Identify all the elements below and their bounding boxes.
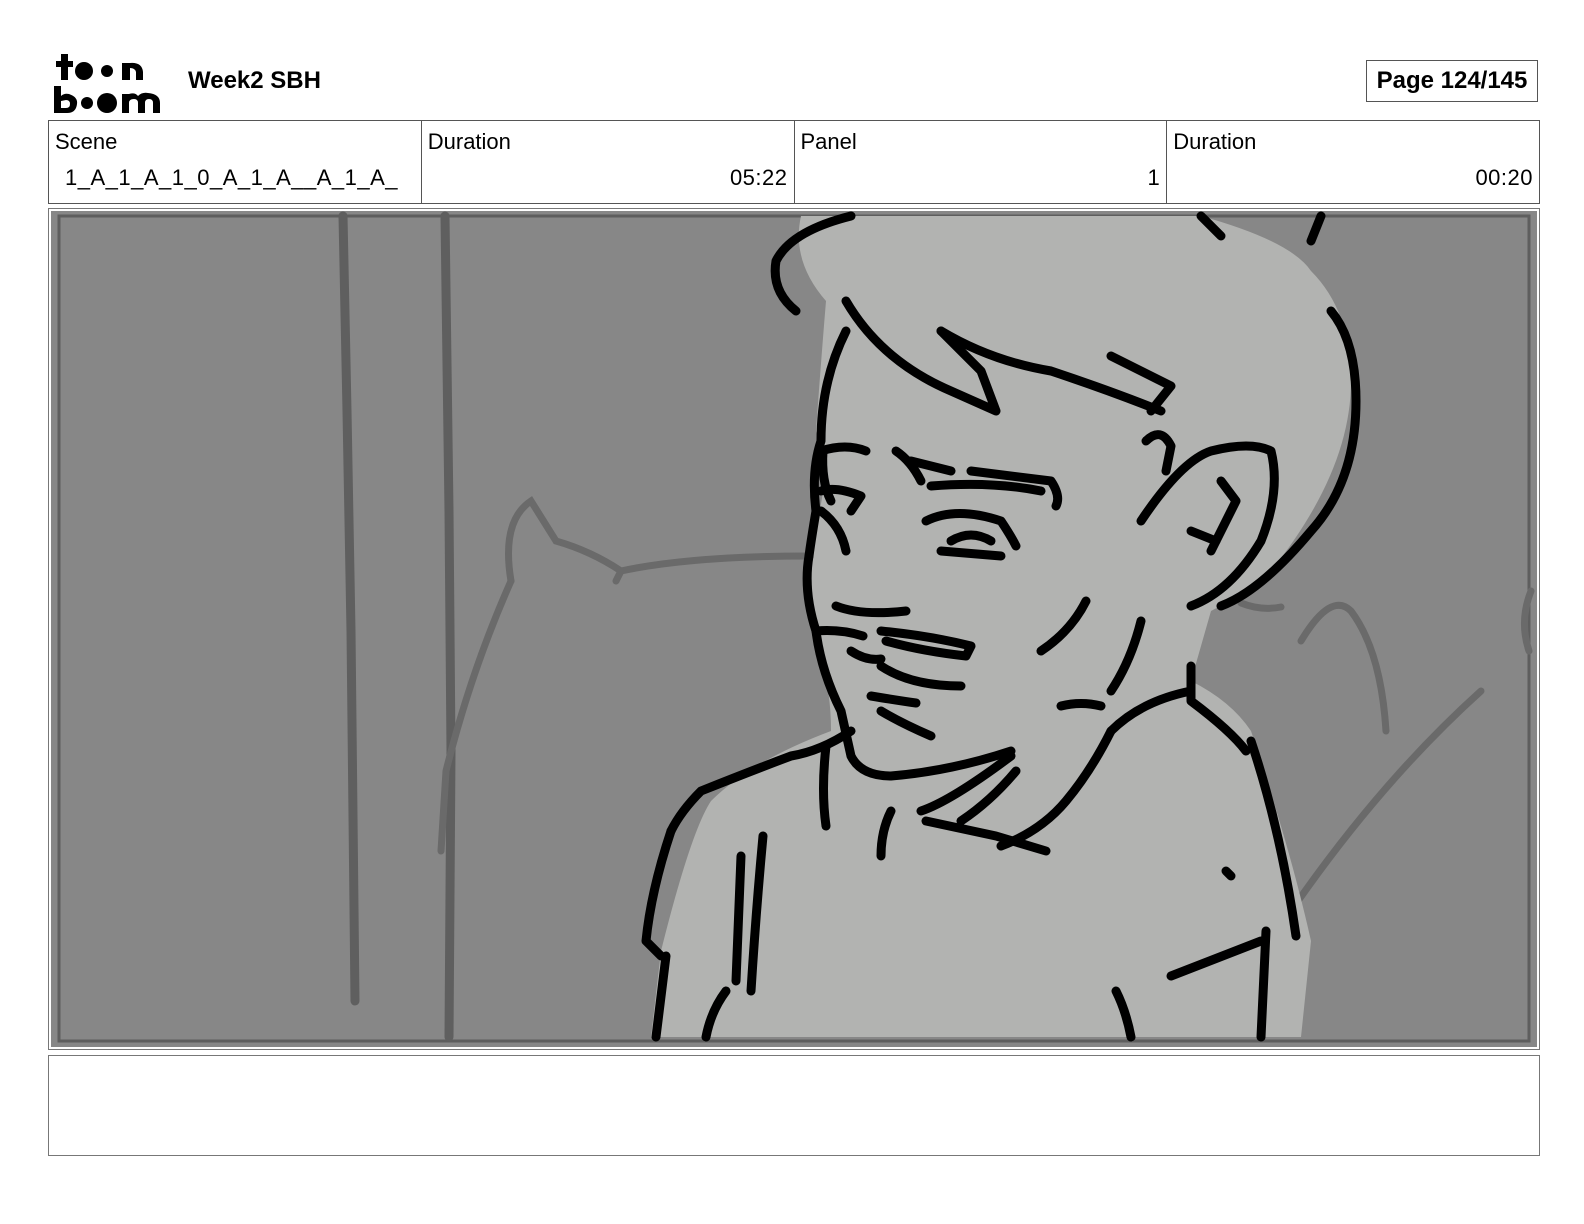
- panel-cell: Panel 1: [795, 121, 1168, 203]
- scene-duration-label: Duration: [427, 129, 511, 154]
- scene-cell: Scene 1_A_1_A_1_0_A_1_A__A_1_A_: [49, 121, 422, 203]
- scene-label: Scene: [55, 129, 118, 154]
- scene-duration-value: 05:22: [729, 165, 788, 190]
- notes-box: [48, 1055, 1540, 1156]
- storyboard-sketch-icon: [51, 211, 1537, 1047]
- page-indicator: Page 124/145: [1366, 60, 1538, 102]
- scene-duration-cell: Duration 05:22: [422, 121, 795, 203]
- panel-label: Panel: [800, 129, 857, 154]
- storyboard-panel: [48, 208, 1540, 1050]
- scene-value: 1_A_1_A_1_0_A_1_A__A_1_A_: [65, 165, 399, 190]
- panel-duration-value: 00:20: [1475, 165, 1533, 190]
- panel-duration-label: Duration: [1173, 129, 1257, 154]
- panel-duration-cell: Duration 00:20: [1167, 121, 1539, 203]
- scene-info-bar: Scene 1_A_1_A_1_0_A_1_A__A_1_A_ Duration…: [48, 120, 1540, 204]
- panel-value: 1: [1147, 165, 1161, 190]
- toonboom-logo: [52, 52, 164, 114]
- project-title: Week2 SBH: [188, 67, 321, 94]
